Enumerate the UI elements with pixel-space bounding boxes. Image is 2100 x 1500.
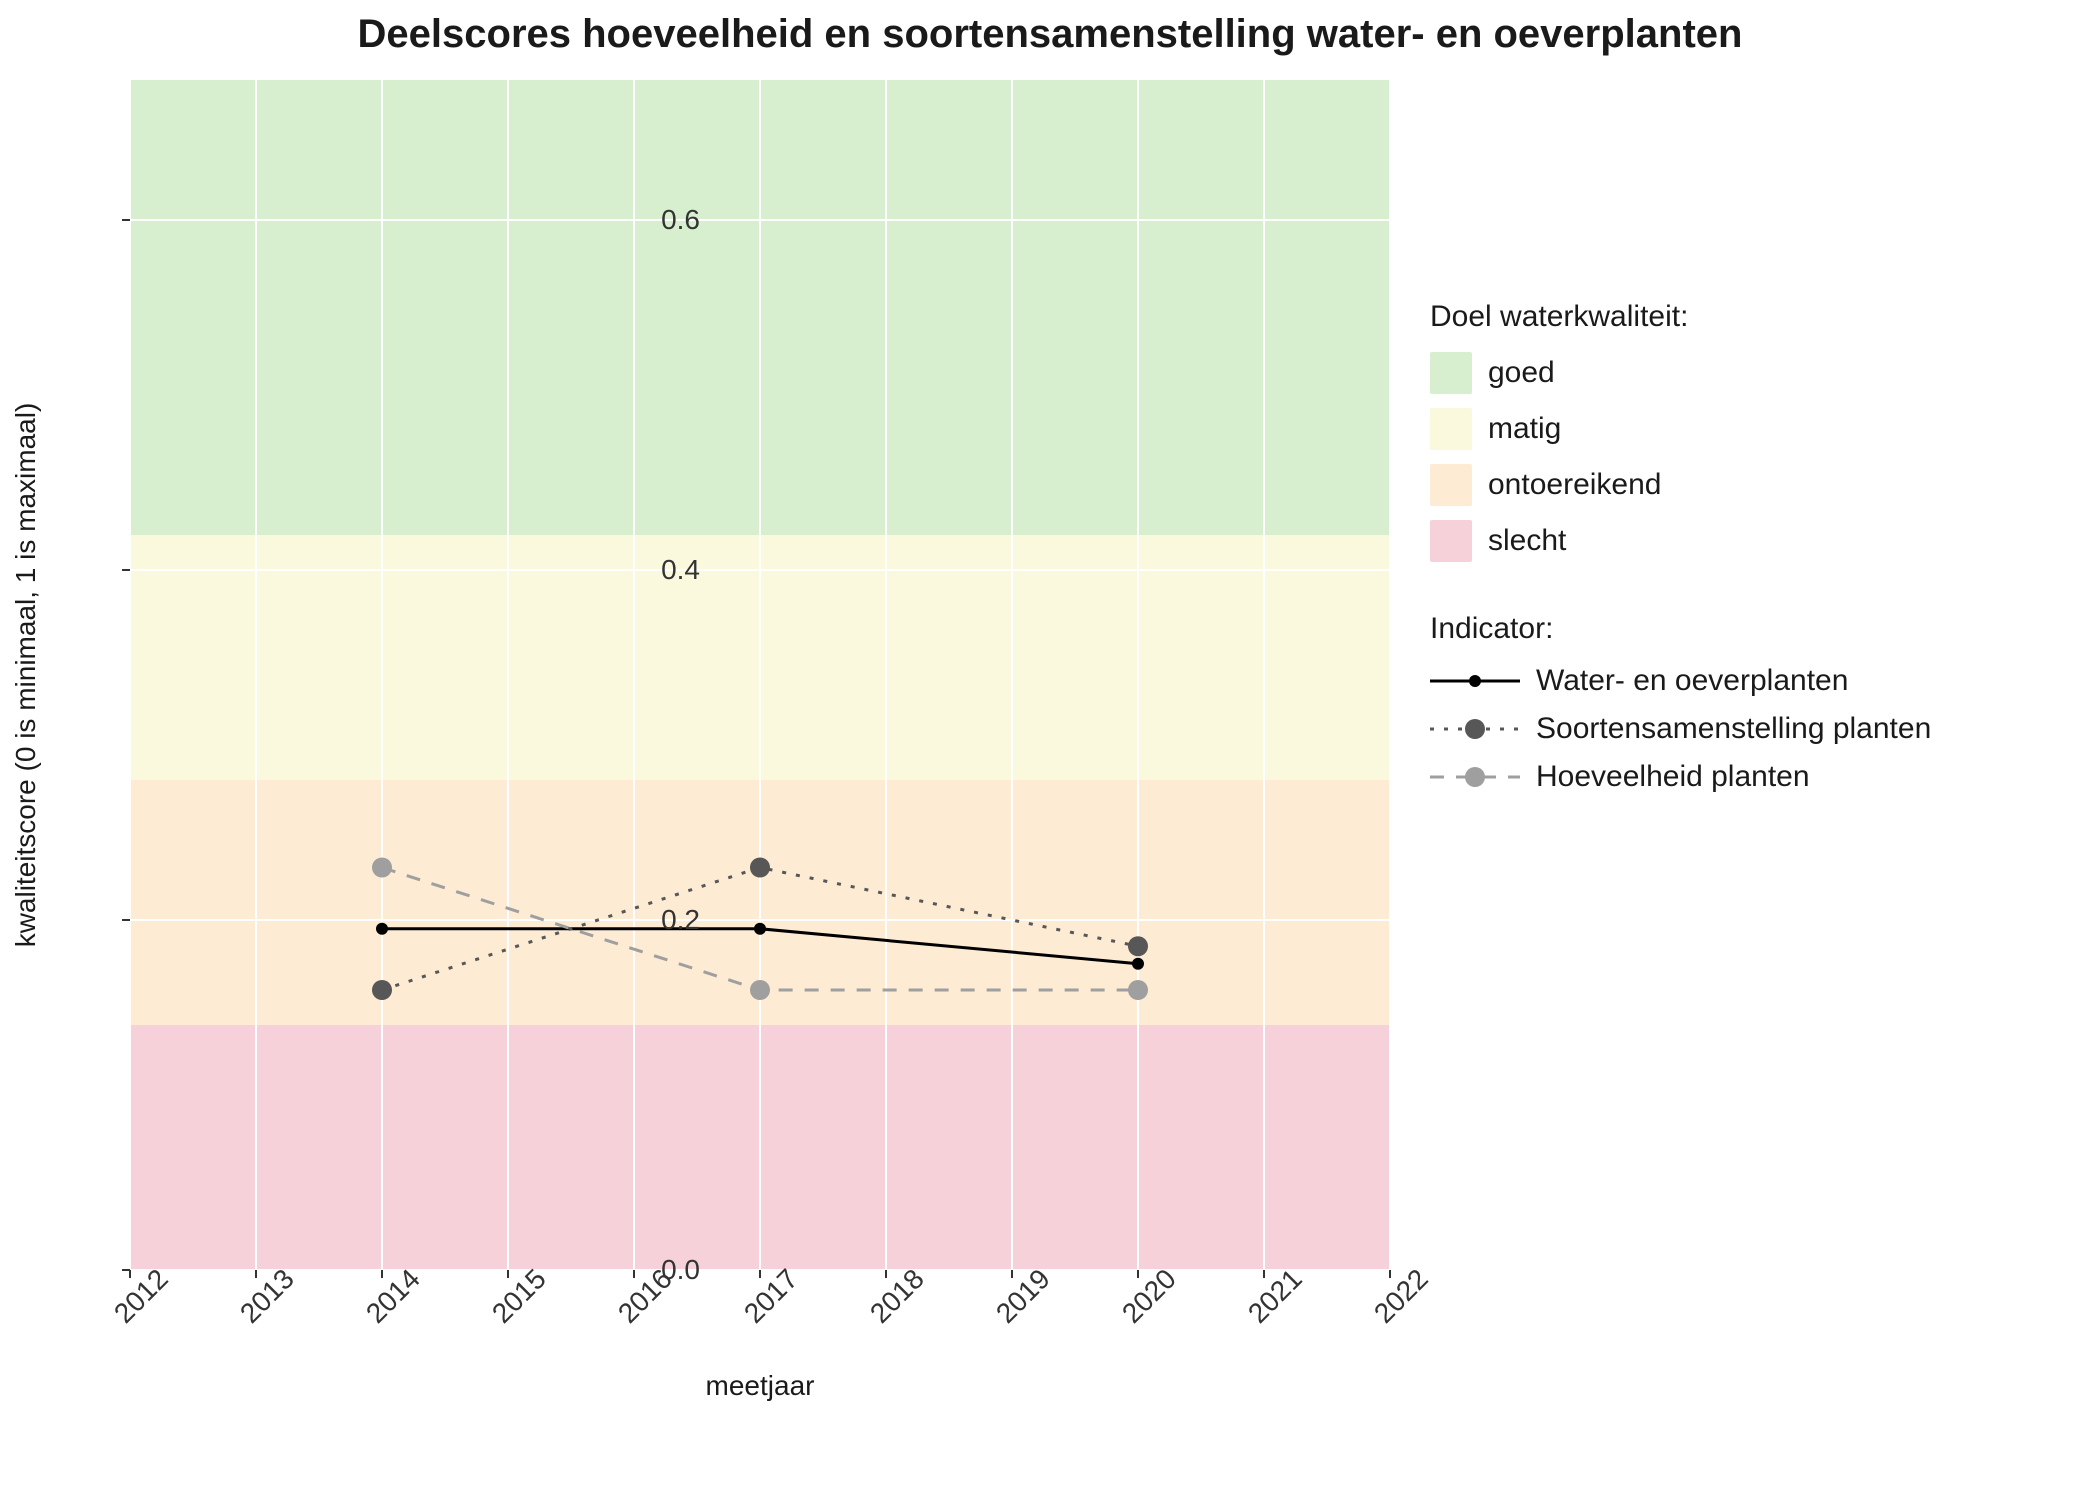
legend-series-item: Water- en oeverplanten [1430,664,2070,698]
x-axis-label: meetjaar [130,1370,1390,1402]
legend-line-swatch [1430,666,1520,696]
legend-bands-title: Doel waterkwaliteit: [1430,300,2070,334]
x-tick-label: 2022 [1368,1263,1435,1330]
legend-series-item: Soortensamenstelling planten [1430,712,2070,746]
series-point [750,858,770,878]
legend-band-item: slecht [1430,520,2070,562]
legend-label: goed [1488,356,1555,390]
legend-indicator-title: Indicator: [1430,612,2070,646]
legend-band-item: goed [1430,352,2070,394]
x-tick-label: 2015 [486,1263,553,1330]
series-point [372,980,392,1000]
y-tick-label: 0.6 [600,204,700,236]
legend-label: slecht [1488,524,1566,558]
legend-swatch [1430,352,1472,394]
legend-line-swatch [1430,714,1520,744]
series-point [1128,936,1148,956]
page-title: Deelscores hoeveelheid en soortensamenst… [0,12,2100,57]
series-point [750,980,770,1000]
series-point [372,858,392,878]
legend-band-item: ontoereikend [1430,464,2070,506]
legend-band-item: matig [1430,408,2070,450]
chart-plot-area [130,80,1390,1270]
legend-label: Water- en oeverplanten [1536,664,1848,698]
x-tick-label: 2017 [738,1263,805,1330]
legend-label: matig [1488,412,1561,446]
legend-series-item: Hoeveelheid planten [1430,760,2070,794]
x-tick-label: 2013 [234,1263,301,1330]
legend-swatch [1430,408,1472,450]
legend-line-swatch [1430,762,1520,792]
y-tick-label: 0.2 [600,904,700,936]
x-tick-label: 2020 [1116,1263,1183,1330]
legend-swatch [1430,520,1472,562]
series-point [376,923,388,935]
legend-label: Hoeveelheid planten [1536,760,1810,794]
legend-label: Soortensamenstelling planten [1536,712,1931,746]
x-tick-label: 2021 [1242,1263,1309,1330]
x-tick-label: 2014 [360,1263,427,1330]
legend-label: ontoereikend [1488,468,1661,502]
x-tick-label: 2012 [108,1263,175,1330]
y-axis-label: kwaliteitscore (0 is minimaal, 1 is maxi… [10,80,50,1270]
x-tick-label: 2019 [990,1263,1057,1330]
series-point [754,923,766,935]
legend-swatch [1430,464,1472,506]
y-tick-label: 0.4 [600,554,700,586]
chart-legend: Doel waterkwaliteit: goed matig ontoereike… [1430,300,2070,844]
series-point [1128,980,1148,1000]
series-point [1132,958,1144,970]
x-tick-label: 2018 [864,1263,931,1330]
